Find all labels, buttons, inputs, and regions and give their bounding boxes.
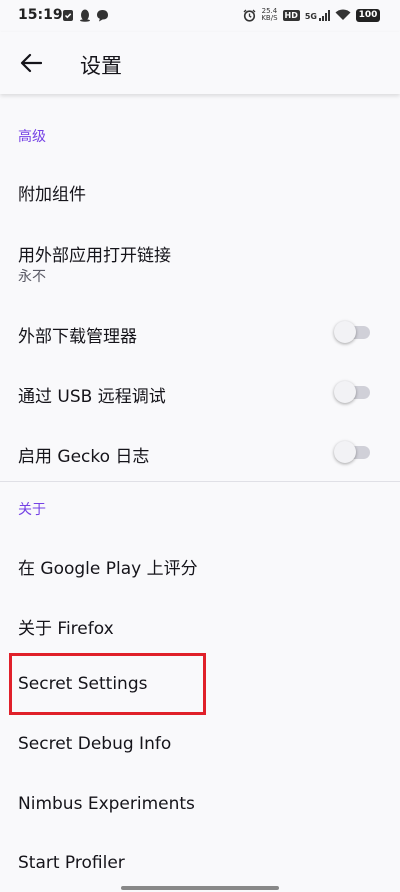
settings-item-label: 附加组件 (18, 185, 86, 205)
settings-item-label: Secret Debug Info (18, 734, 172, 754)
settings-item-nimbus-experiments[interactable]: Nimbus Experiments (0, 775, 400, 835)
settings-item-about-firefox[interactable]: 关于 Firefox (0, 595, 400, 655)
shield-check-icon (63, 10, 73, 21)
settings-item-open-links-in-apps[interactable]: 用外部应用打开链接 永不 (0, 222, 400, 292)
chat-bubble-icon (97, 10, 108, 22)
settings-item-label: 通过 USB 远程调试 (18, 387, 166, 407)
status-time: 15:19 (18, 7, 63, 23)
gesture-nav-handle[interactable] (121, 886, 279, 890)
settings-item-label: Nimbus Experiments (18, 794, 195, 814)
app-toolbar: 设置 (0, 32, 400, 94)
toggle-thumb (334, 321, 356, 343)
highlight-box (9, 653, 206, 715)
net-speed: 25.4 KB/S (261, 8, 277, 22)
signal-bars-icon (319, 9, 330, 21)
network-type: 5G (304, 11, 317, 21)
settings-item-secret-debug-info[interactable]: Secret Debug Info (0, 715, 400, 775)
settings-item-remote-debug-usb[interactable]: 通过 USB 远程调试 (0, 362, 400, 422)
remote-debug-toggle[interactable] (334, 381, 370, 403)
section-header-advanced: 高级 (18, 129, 46, 145)
battery-indicator: 100 (356, 8, 380, 22)
settings-item-label: 外部下载管理器 (18, 327, 137, 347)
toggle-thumb (334, 381, 356, 403)
settings-item-start-profiler[interactable]: Start Profiler (0, 835, 400, 885)
qq-penguin-icon (80, 9, 90, 22)
alarm-icon (243, 9, 256, 22)
settings-item-label: 启用 Gecko 日志 (18, 447, 150, 467)
page-title: 设置 (80, 54, 122, 78)
section-header-about: 关于 (18, 502, 46, 518)
settings-item-label: 在 Google Play 上评分 (18, 559, 198, 579)
back-arrow-icon[interactable] (20, 53, 42, 73)
toggle-thumb (334, 441, 356, 463)
status-bar: 15:19 25.4 KB/S HD 5G 100 (0, 0, 400, 32)
settings-item-rate-google-play[interactable]: 在 Google Play 上评分 (0, 535, 400, 595)
hd-badge: HD (282, 9, 300, 21)
external-download-toggle[interactable] (334, 321, 370, 343)
notification-icons (62, 9, 109, 22)
settings-item-label: 关于 Firefox (18, 619, 114, 639)
settings-item-gecko-logs[interactable]: 启用 Gecko 日志 (0, 422, 400, 480)
section-divider (0, 481, 400, 482)
net-speed-unit: KB/S (261, 14, 278, 22)
settings-item-label: 用外部应用打开链接 (18, 246, 171, 266)
gecko-logs-toggle[interactable] (334, 441, 370, 463)
settings-item-value: 永不 (18, 269, 46, 285)
settings-item-label: Start Profiler (18, 853, 125, 873)
system-status-icons: 25.4 KB/S HD 5G 100 (243, 8, 380, 22)
settings-item-external-download-manager[interactable]: 外部下载管理器 (0, 302, 400, 362)
settings-item-addons[interactable]: 附加组件 (0, 160, 400, 220)
wifi-icon (335, 9, 351, 20)
signal-5g: 5G (304, 9, 330, 21)
